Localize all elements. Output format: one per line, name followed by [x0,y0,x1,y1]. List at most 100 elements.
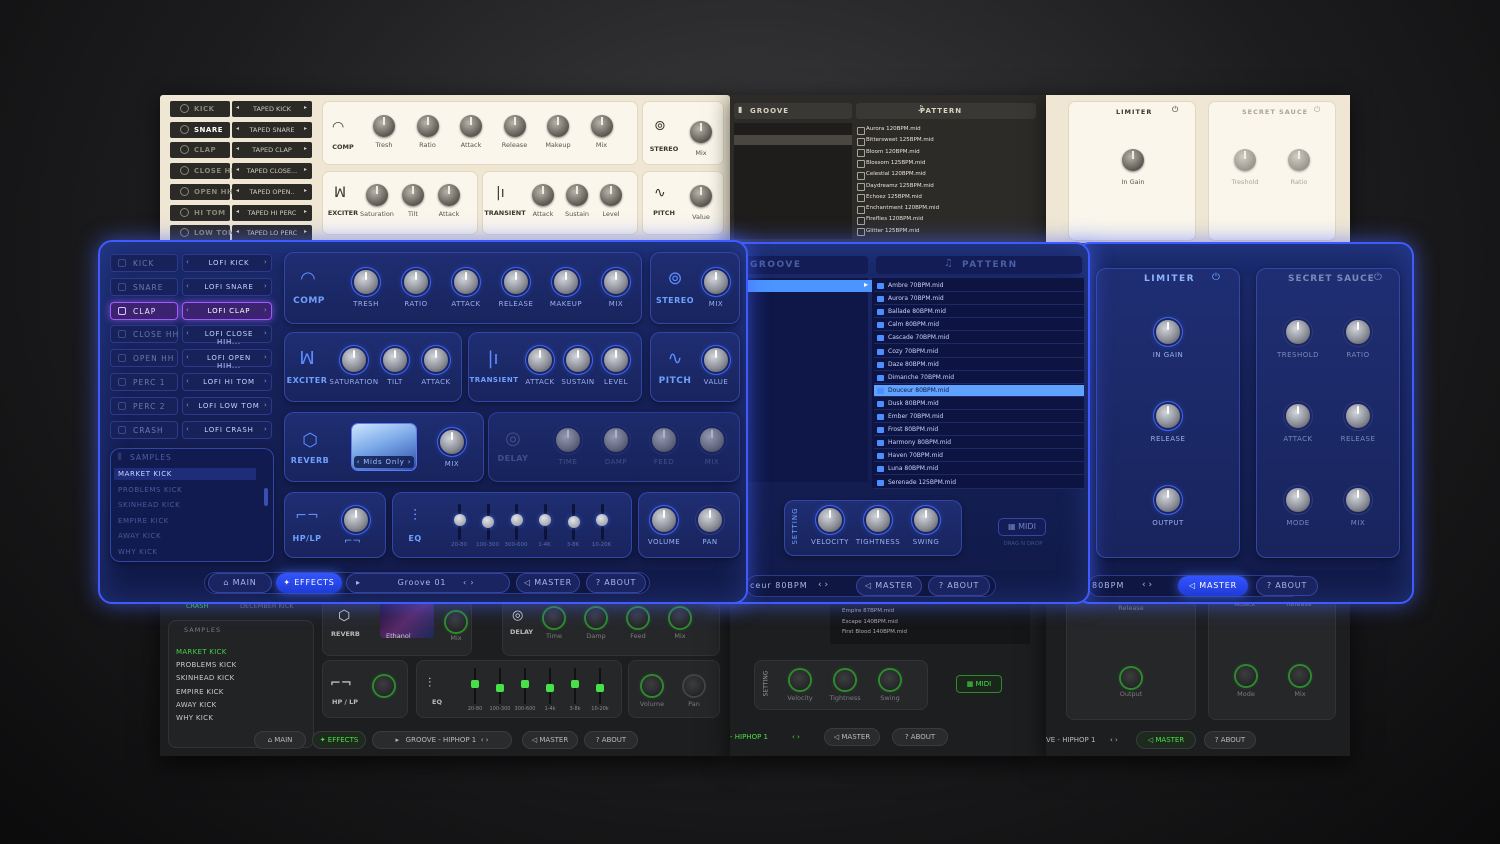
eq-fader-cap[interactable] [571,680,579,688]
blue-secret-sauce-knob[interactable] [1346,488,1370,512]
dark-groove-arrows[interactable]: ‹ › [792,733,800,741]
cream-ratio-knob[interactable] [1288,149,1310,171]
cream-exciter-knob[interactable] [438,184,460,206]
blue-groove-arrows[interactable]: ‹ › [818,580,828,590]
blue-secret-sauce-knob[interactable] [1286,404,1310,428]
eq-fader-cap[interactable] [510,514,523,526]
pattern-item[interactable]: Ambre 70BPM.mid [874,280,1084,292]
blue-exciter-knob[interactable] [424,348,448,372]
blue-master-button[interactable]: ◁ MASTER [516,573,580,593]
cream-comp-knob[interactable] [373,115,395,137]
cream-in-gain-knob[interactable] [1122,149,1144,171]
dark-groove-arrows-2[interactable]: ‹ › [1110,736,1118,744]
blue-master-button-3[interactable]: ◁ MASTER [1178,576,1248,596]
eq-fader-cap[interactable] [471,680,479,688]
pattern-item[interactable]: Frost 80BPM.mid [874,424,1084,437]
dark-delay-knob[interactable] [544,608,564,628]
dark-master-button-2[interactable]: ◁ MASTER [824,728,880,746]
pattern-item[interactable]: Douceur 80BPM.mid [874,384,1084,397]
pattern-item[interactable]: Haven 70BPM.mid [874,450,1084,463]
eq-fader-cap[interactable] [546,684,554,692]
sample-item[interactable]: PROBLEMS KICK [114,484,256,496]
dark-effects-button[interactable]: ✦ EFFECTS [312,731,366,749]
eq-fader-cap[interactable] [539,514,551,526]
cream-comp-knob[interactable] [590,115,613,137]
dark-groove-selector[interactable]: ▸ GROOVE - HIPHOP 1 ‹ › [372,731,512,749]
pattern-item[interactable]: Blossom 125BPM.mid [856,158,1026,169]
blue-delay-knob[interactable] [604,428,628,452]
blue-main-button[interactable]: ⌂ MAIN [208,573,272,593]
cream-exciter-knob[interactable] [366,184,388,206]
sample-item[interactable]: EMPIRE KICK [114,515,256,527]
blue-secret-sauce-knob[interactable] [1346,404,1370,428]
blue-limiter-knob[interactable] [1156,320,1180,344]
sample-item[interactable]: WHY KICK [114,546,256,558]
blue-volume-knob[interactable] [652,508,676,532]
eq-fader-cap[interactable] [567,516,580,528]
blue-limiter-knob[interactable] [1156,404,1180,428]
pattern-item[interactable]: Ballade 80BPM.mid [874,306,1084,319]
dark-about-button-3[interactable]: ? ABOUT [1204,731,1256,749]
pattern-item[interactable]: Aurora 120BPM.mid [856,124,1026,135]
blue-exciter-knob[interactable] [383,348,407,372]
sample-item[interactable]: WHY KICK [176,714,213,722]
cream-comp-knob[interactable] [460,115,482,137]
blue-about-button[interactable]: ? ABOUT [586,573,646,593]
power-icon[interactable]: ⏻ [1172,105,1178,115]
dark-delay-knob[interactable] [628,608,648,628]
blue-master-arrows[interactable]: ‹ › [1142,580,1152,590]
cream-comp-knob[interactable] [416,115,439,137]
cream-exciter-knob[interactable] [402,184,424,206]
blue-comp-knob[interactable] [454,270,478,294]
blue-pitch-value-knob[interactable] [704,348,728,372]
sample-item[interactable]: EMPIRE KICK [176,688,224,696]
blue-pan-knob[interactable] [698,508,722,532]
blue-transient-knob[interactable] [528,348,552,372]
blue-secret-sauce-knob[interactable] [1346,320,1370,344]
blue-exciter-knob[interactable] [342,348,366,372]
sample-item[interactable]: SKINHEAD KICK [176,674,234,682]
sample-item[interactable]: SKINHEAD KICK [114,499,256,511]
dark-mix-knob[interactable] [1290,666,1310,686]
blue-about-button-2[interactable]: ? ABOUT [928,576,990,596]
blue-master-button-2[interactable]: ◁ MASTER [856,576,922,596]
sample-item[interactable]: PROBLEMS KICK [176,661,236,669]
cream-comp-knob[interactable] [547,115,569,137]
blue-groove-selected[interactable] [744,280,874,292]
power-icon[interactable]: ⏻ [1374,272,1382,283]
blue-comp-knob[interactable] [604,270,628,294]
eq-fader-cap[interactable] [453,514,466,526]
dark-hplp-knob[interactable] [374,676,394,696]
dark-main-button[interactable]: ⌂ MAIN [254,731,306,749]
blue-transient-knob[interactable] [566,348,590,372]
pattern-item[interactable]: Daze 80BPM.mid [874,359,1084,371]
blue-hplp-knob[interactable] [344,508,368,532]
dark-volume-knob[interactable] [642,676,662,696]
dark-mode-knob[interactable] [1236,666,1256,686]
pattern-item[interactable]: Fireflies 120BPM.mid [856,214,1026,226]
dark-midi-button[interactable]: ▦ MIDI [956,675,1002,693]
pattern-item[interactable]: Aurora 70BPM.mid [874,293,1084,306]
dark-about-button-2[interactable]: ? ABOUT [892,728,948,746]
sample-item[interactable]: MARKET KICK [176,648,227,656]
dark-master-button-3[interactable]: ◁ MASTER [1136,731,1196,749]
blue-reverb-mix-knob[interactable] [440,430,464,454]
cream-transient-knob[interactable] [600,184,622,206]
blue-setting-knob[interactable] [818,508,842,532]
sample-item[interactable]: MARKET KICK [114,468,256,480]
dark-delay-knob[interactable] [586,608,606,628]
blue-comp-knob[interactable] [404,270,428,294]
power-icon[interactable]: ⏻ [1314,105,1320,115]
pattern-item[interactable]: Luna 80BPM.mid [874,463,1084,476]
blue-groove-selector[interactable]: ▸ Groove 01 ‹ › [346,573,510,593]
pattern-item[interactable]: Enchantment 120BPM.mid [856,203,1026,214]
blue-comp-knob[interactable] [504,270,528,294]
eq-fader-cap[interactable] [596,684,604,692]
pattern-item[interactable]: Calm 80BPM.mid [874,319,1084,332]
pattern-item[interactable]: Cascade 70BPM.mid [874,332,1084,345]
cream-groove-selected[interactable] [734,135,852,145]
blue-stereo-mix-knob[interactable] [704,270,728,294]
blue-reverb-preset[interactable]: ‹ Mids Only › [354,456,414,468]
cream-comp-knob[interactable] [503,115,526,137]
dark-master-button[interactable]: ◁ MASTER [522,731,578,749]
